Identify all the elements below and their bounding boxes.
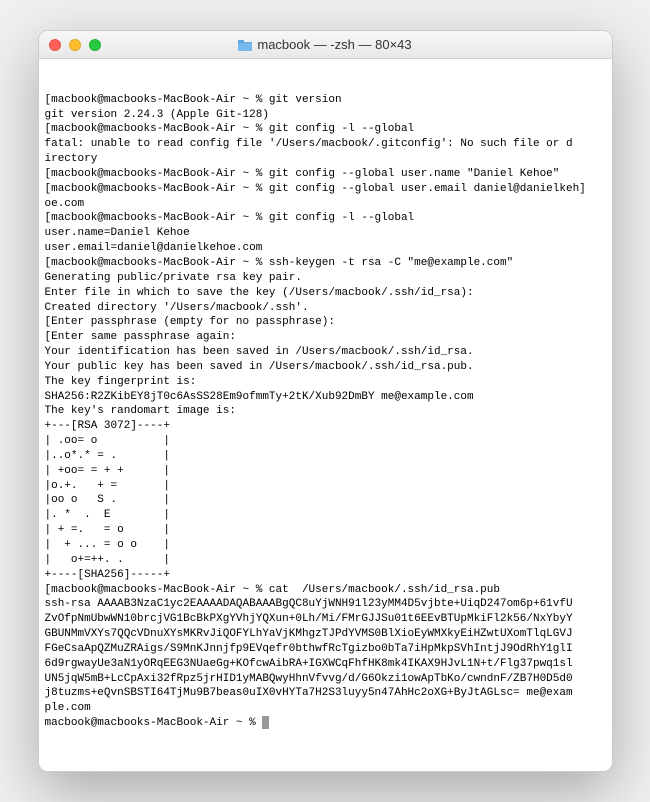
prompt: macbook@macbooks-MacBook-Air ~ % xyxy=(45,717,263,729)
terminal-line: | + ... = o o | xyxy=(45,538,606,553)
terminal-line: 6d9rgwayUe3aN1yORqEEG3NUaeGg+KOfcwAibRA+… xyxy=(45,657,606,672)
terminal-line: | .oo= o | xyxy=(45,434,606,449)
window-title-text: macbook — -zsh — 80×43 xyxy=(257,37,411,52)
terminal-line: [macbook@macbooks-MacBook-Air ~ % git co… xyxy=(45,167,606,182)
terminal-line: +----[SHA256]-----+ xyxy=(45,568,606,583)
terminal-line: [Enter passphrase (empty for no passphra… xyxy=(45,315,606,330)
terminal-line: The key fingerprint is: xyxy=(45,375,606,390)
terminal-line: git version 2.24.3 (Apple Git-128) xyxy=(45,108,606,123)
terminal-line: ZvOfpNmUbwWN10brcjVG1BcBkPXgYVhjYQXun+0L… xyxy=(45,612,606,627)
terminal-line: FGeCsaApQZMuZRAigs/S9MnKJnnjfp9EVqefr0bt… xyxy=(45,642,606,657)
home-folder-icon xyxy=(238,39,252,51)
terminal-line: GBUNMmVXYs7QQcVDnuXYsMKRvJiQOFYLhYaVjKMh… xyxy=(45,627,606,642)
terminal-line: Enter file in which to save the key (/Us… xyxy=(45,286,606,301)
terminal-line: Created directory '/Users/macbook/.ssh'. xyxy=(45,301,606,316)
titlebar[interactable]: macbook — -zsh — 80×43 xyxy=(39,31,612,59)
terminal-line: j8tuzms+eQvnSBSTI64TjMu9B7beas0uIX0vHYTa… xyxy=(45,686,606,701)
terminal-line: Generating public/private rsa key pair. xyxy=(45,271,606,286)
terminal-line: [Enter same passphrase again: xyxy=(45,330,606,345)
terminal-line: SHA256:R2ZKibEY8jT0c6AsSS28Em9ofmmTy+2tK… xyxy=(45,390,606,405)
terminal-line: | +oo= = + + | xyxy=(45,464,606,479)
terminal-content[interactable]: [macbook@macbooks-MacBook-Air ~ % git ve… xyxy=(39,59,612,771)
terminal-window: macbook — -zsh — 80×43 [macbook@macbooks… xyxy=(38,30,613,772)
close-button[interactable] xyxy=(49,39,61,51)
terminal-line: user.name=Daniel Kehoe xyxy=(45,226,606,241)
terminal-line: | + =. = o | xyxy=(45,523,606,538)
traffic-lights xyxy=(49,39,101,51)
terminal-line: [macbook@macbooks-MacBook-Air ~ % git co… xyxy=(45,122,606,137)
terminal-line: [macbook@macbooks-MacBook-Air ~ % ssh-ke… xyxy=(45,256,606,271)
terminal-line: Your public key has been saved in /Users… xyxy=(45,360,606,375)
terminal-line: oe.com xyxy=(45,197,606,212)
zoom-button[interactable] xyxy=(89,39,101,51)
terminal-line: [macbook@macbooks-MacBook-Air ~ % git ve… xyxy=(45,93,606,108)
terminal-line: |. * . E | xyxy=(45,508,606,523)
minimize-button[interactable] xyxy=(69,39,81,51)
terminal-line: [macbook@macbooks-MacBook-Air ~ % cat /U… xyxy=(45,583,606,598)
terminal-line: |oo o S . | xyxy=(45,493,606,508)
terminal-line: | o+=++. . | xyxy=(45,553,606,568)
cursor xyxy=(262,716,269,729)
terminal-line: irectory xyxy=(45,152,606,167)
terminal-line: [macbook@macbooks-MacBook-Air ~ % git co… xyxy=(45,211,606,226)
terminal-line: user.email=daniel@danielkehoe.com xyxy=(45,241,606,256)
terminal-line: The key's randomart image is: xyxy=(45,404,606,419)
terminal-line: [macbook@macbooks-MacBook-Air ~ % git co… xyxy=(45,182,606,197)
window-title: macbook — -zsh — 80×43 xyxy=(49,37,602,52)
terminal-line: |o.+. + = | xyxy=(45,479,606,494)
terminal-line: ssh-rsa AAAAB3NzaC1yc2EAAAADAQABAAABgQC8… xyxy=(45,597,606,612)
terminal-line: +---[RSA 3072]----+ xyxy=(45,419,606,434)
terminal-line: fatal: unable to read config file '/User… xyxy=(45,137,606,152)
terminal-line: |..o*.* = . | xyxy=(45,449,606,464)
terminal-line: UN5jqW5mB+LcCpAxi32fRpz5jrHID1yMABQwyHhn… xyxy=(45,672,606,687)
terminal-line: Your identification has been saved in /U… xyxy=(45,345,606,360)
